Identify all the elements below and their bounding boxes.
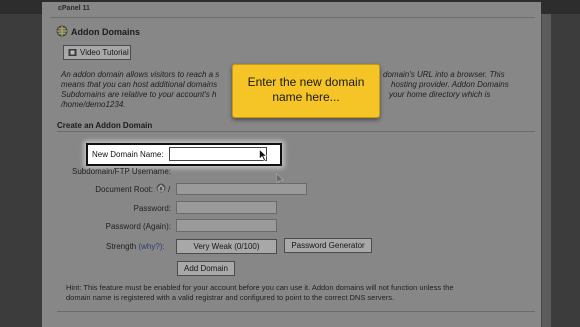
description-line-4: /home/demo1234. bbox=[61, 100, 126, 109]
description-line-2: means that you can host additional domai… bbox=[61, 80, 218, 89]
film-icon bbox=[68, 49, 77, 57]
document-root-label: Document Root: bbox=[95, 185, 153, 194]
why-link[interactable]: (why?): bbox=[138, 242, 164, 251]
password-label: Password: bbox=[133, 204, 171, 213]
password-generator-button[interactable]: Password Generator bbox=[284, 238, 372, 253]
new-domain-highlight: New Domain Name: bbox=[86, 143, 282, 166]
password-input[interactable] bbox=[176, 201, 277, 214]
new-domain-label: New Domain Name: bbox=[92, 150, 164, 159]
hint-line-2: domain name is registered with a valid r… bbox=[66, 293, 395, 302]
description-line-1-right: domain's URL into a browser. This bbox=[383, 70, 505, 79]
mouse-cursor-icon bbox=[259, 149, 267, 161]
subdomain-label: Subdomain/FTP Username: bbox=[71, 167, 171, 176]
password-again-label: Password (Again): bbox=[105, 222, 171, 231]
document-root-prefix: / bbox=[168, 185, 171, 194]
header-tab-label: cPanel 11 bbox=[58, 5, 90, 12]
strength-text: Strength bbox=[106, 242, 137, 251]
divider bbox=[57, 311, 535, 312]
add-domain-button[interactable]: Add Domain bbox=[177, 261, 235, 276]
strength-meter: Very Weak (0/100) bbox=[176, 239, 277, 254]
strength-label: Strength (why?): bbox=[106, 242, 165, 251]
description-line-1: An addon domain allows visitors to reach… bbox=[61, 70, 220, 79]
callout-line-2: name here... bbox=[272, 90, 340, 104]
document-root-input[interactable] bbox=[176, 183, 307, 195]
hint-text: Hint: This feature must be enabled for y… bbox=[66, 283, 531, 303]
hint-line-1: Hint: This feature must be enabled for y… bbox=[66, 283, 454, 292]
home-icon bbox=[156, 183, 166, 193]
password-again-input[interactable] bbox=[176, 219, 277, 232]
description-line-3-right: your home directory which is bbox=[389, 90, 491, 99]
right-frame bbox=[551, 14, 580, 327]
left-frame bbox=[0, 14, 42, 327]
description-line-2-right: hosting provider. Addon Domains bbox=[391, 80, 509, 89]
page-title: Addon Domains bbox=[71, 27, 140, 37]
addon-domains-icon bbox=[56, 25, 68, 37]
new-domain-input[interactable] bbox=[169, 147, 267, 161]
video-tutorial-label: Video Tutorial bbox=[80, 48, 129, 57]
description-line-3: Subdomains are relative to your account'… bbox=[61, 90, 217, 99]
video-tutorial-button[interactable]: Video Tutorial bbox=[63, 45, 131, 60]
divider bbox=[57, 131, 535, 132]
divider bbox=[50, 17, 535, 18]
callout-line-1: Enter the new domain bbox=[247, 75, 365, 89]
instruction-callout: Enter the new domain name here... bbox=[232, 64, 380, 118]
section-title: Create an Addon Domain bbox=[57, 121, 153, 130]
